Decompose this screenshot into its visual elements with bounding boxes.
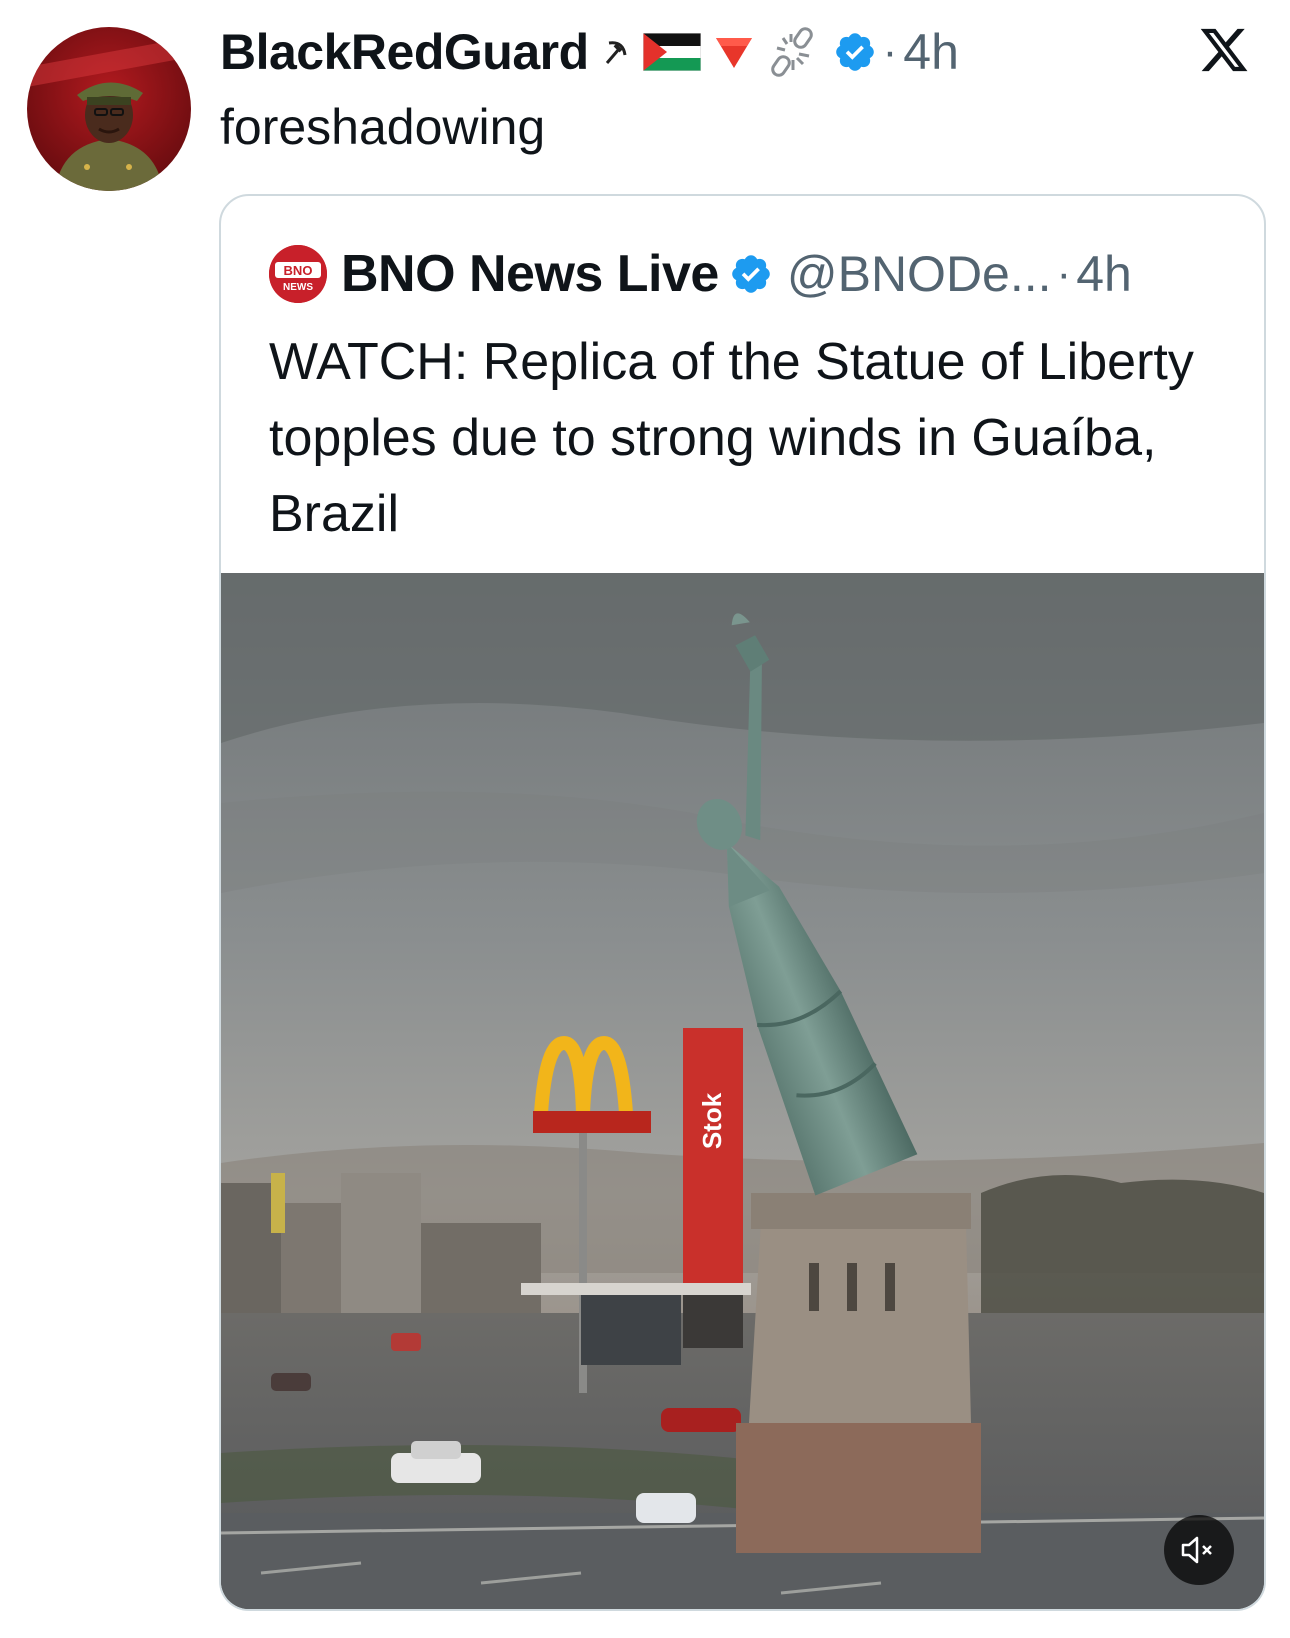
quoted-post-text: WATCH: Replica of the Statue of Liberty …: [269, 333, 1194, 543]
quoted-display-name[interactable]: BNO News Live: [341, 244, 719, 304]
separator-dot: ·: [1056, 249, 1072, 298]
quoted-timestamp[interactable]: 4h: [1076, 245, 1132, 303]
bno-logo-text: BNO: [284, 263, 313, 278]
red-triangle-down-icon: [713, 34, 755, 70]
separator-dot: ·: [882, 27, 898, 76]
x-logo-icon: [1200, 28, 1248, 72]
video-player[interactable]: Stok: [221, 573, 1264, 1609]
author-display-name[interactable]: BlackRedGuard: [220, 23, 589, 81]
quoted-post-card[interactable]: BNO NEWS BNO News Live @BNODe... · 4h WA…: [219, 194, 1266, 1611]
broken-chain-icon: [767, 24, 819, 80]
video-frame: Stok: [221, 573, 1264, 1609]
bno-logo-subtext: NEWS: [283, 282, 313, 293]
verified-badge-icon[interactable]: [833, 30, 877, 74]
quoted-author-row: BNO NEWS BNO News Live @BNODe... · 4h: [269, 242, 1132, 306]
palestine-flag-icon: [642, 33, 701, 71]
avatar-image: [27, 27, 191, 191]
quoted-handle[interactable]: @BNODe...: [787, 245, 1052, 303]
post-header: BlackRedGuard · 4h foreshadowing: [220, 20, 1250, 155]
post-timestamp[interactable]: 4h: [903, 23, 959, 81]
store-sign-text: Stok: [697, 1092, 727, 1149]
bno-news-logo: BNO NEWS: [269, 245, 327, 303]
hammer-sickle-icon: [601, 37, 631, 67]
author-avatar[interactable]: [27, 27, 191, 191]
post-text: foreshadowing: [220, 99, 546, 155]
unmute-button[interactable]: [1164, 1515, 1234, 1585]
author-row: BlackRedGuard · 4h: [220, 20, 959, 84]
quoted-verified-badge-icon[interactable]: [729, 252, 773, 296]
volume-muted-icon: [1181, 1536, 1212, 1564]
